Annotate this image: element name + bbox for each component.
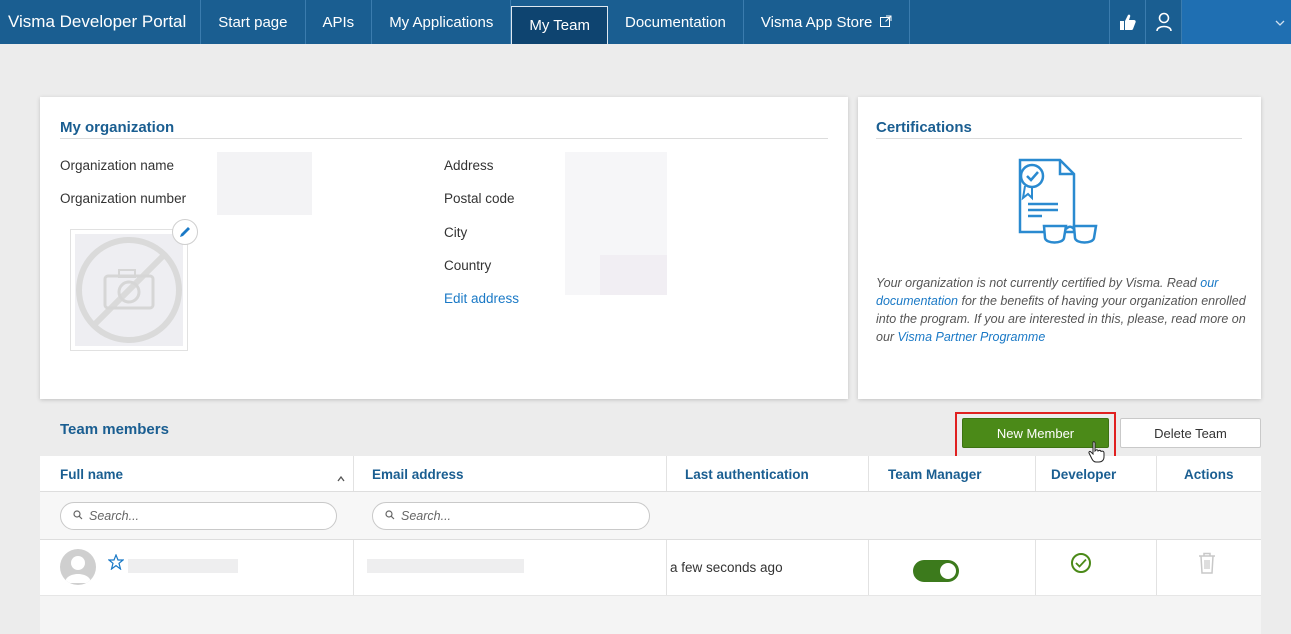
- organization-name-label: Organization name: [60, 158, 175, 173]
- delete-member-trash-icon[interactable]: [1198, 552, 1216, 577]
- chevron-down-icon: [1275, 15, 1285, 29]
- certifications-panel: Certifications Your organization is not …: [858, 97, 1261, 399]
- filter-row: Search... Search...: [40, 492, 1261, 540]
- member-email-value: [367, 559, 524, 573]
- feedback-thumbs-up-icon[interactable]: [1109, 0, 1145, 44]
- user-menu[interactable]: [1181, 0, 1291, 44]
- visma-partner-programme-link[interactable]: Visma Partner Programme: [898, 330, 1046, 344]
- nav-visma-app-store-label: Visma App Store: [760, 13, 873, 31]
- name-search-placeholder: Search...: [89, 509, 140, 523]
- certification-description: Your organization is not currently certi…: [876, 274, 1246, 346]
- name-search-input[interactable]: Search...: [60, 502, 337, 530]
- divider: [60, 138, 828, 139]
- team-members-table: Full name Email address Last authenticat…: [40, 456, 1261, 634]
- edit-logo-button[interactable]: [172, 219, 198, 245]
- certification-text-part: Your organization is not currently certi…: [876, 276, 1201, 290]
- search-icon: [385, 509, 395, 523]
- email-search-placeholder: Search...: [401, 509, 452, 523]
- nav-documentation[interactable]: Documentation: [608, 0, 744, 44]
- avatar: [60, 549, 96, 585]
- table-row: [40, 596, 1261, 634]
- developer-check-icon[interactable]: [1071, 553, 1091, 573]
- column-last-authentication[interactable]: Last authentication: [685, 467, 809, 482]
- column-full-name[interactable]: Full name: [60, 467, 123, 482]
- hand-cursor-icon: [1088, 441, 1106, 468]
- country-label: Country: [444, 258, 492, 273]
- nav-my-applications[interactable]: My Applications: [372, 0, 512, 44]
- external-link-icon: [880, 15, 892, 30]
- organization-number-label: Organization number: [60, 191, 187, 206]
- column-developer[interactable]: Developer: [1051, 467, 1116, 482]
- last-authentication-value: a few seconds ago: [670, 560, 783, 575]
- user-profile-icon[interactable]: [1145, 0, 1181, 44]
- column-actions: Actions: [1184, 467, 1234, 482]
- nav-visma-app-store[interactable]: Visma App Store: [744, 0, 911, 44]
- pencil-icon: [180, 227, 190, 237]
- country-value: [600, 255, 667, 295]
- postal-code-label: Postal code: [444, 191, 515, 206]
- delete-team-button[interactable]: Delete Team: [1120, 418, 1261, 448]
- table-row: a few seconds ago: [40, 540, 1261, 596]
- table-header: Full name Email address Last authenticat…: [40, 456, 1261, 492]
- team-manager-toggle[interactable]: [913, 560, 959, 582]
- nav-start-page[interactable]: Start page: [201, 0, 306, 44]
- edit-address-link[interactable]: Edit address: [444, 291, 519, 306]
- certifications-title: Certifications: [876, 119, 972, 136]
- organization-title: My organization: [60, 119, 175, 136]
- no-photo-camera-icon: [76, 237, 182, 343]
- divider: [876, 138, 1242, 139]
- favorite-star-icon[interactable]: [107, 553, 125, 575]
- team-members-title: Team members: [60, 421, 169, 438]
- nav-my-team[interactable]: My Team: [511, 6, 608, 44]
- top-navigation-bar: Visma Developer Portal Start page APIs M…: [0, 0, 1291, 44]
- nav-apis[interactable]: APIs: [306, 0, 373, 44]
- city-label: City: [444, 225, 468, 240]
- organization-name-value: [217, 152, 312, 186]
- email-search-input[interactable]: Search...: [372, 502, 650, 530]
- column-email[interactable]: Email address: [372, 467, 464, 482]
- search-icon: [73, 509, 83, 523]
- organization-panel: My organization Organization name Organi…: [40, 97, 848, 399]
- column-team-manager[interactable]: Team Manager: [888, 467, 982, 482]
- brand-title[interactable]: Visma Developer Portal: [0, 0, 202, 44]
- member-name-value: [128, 559, 238, 573]
- certificate-glasses-icon: [1008, 152, 1108, 252]
- organization-logo: [70, 229, 188, 351]
- organization-number-value: [217, 183, 312, 215]
- address-label: Address: [444, 158, 494, 173]
- sort-chevron-up-icon[interactable]: [337, 470, 345, 485]
